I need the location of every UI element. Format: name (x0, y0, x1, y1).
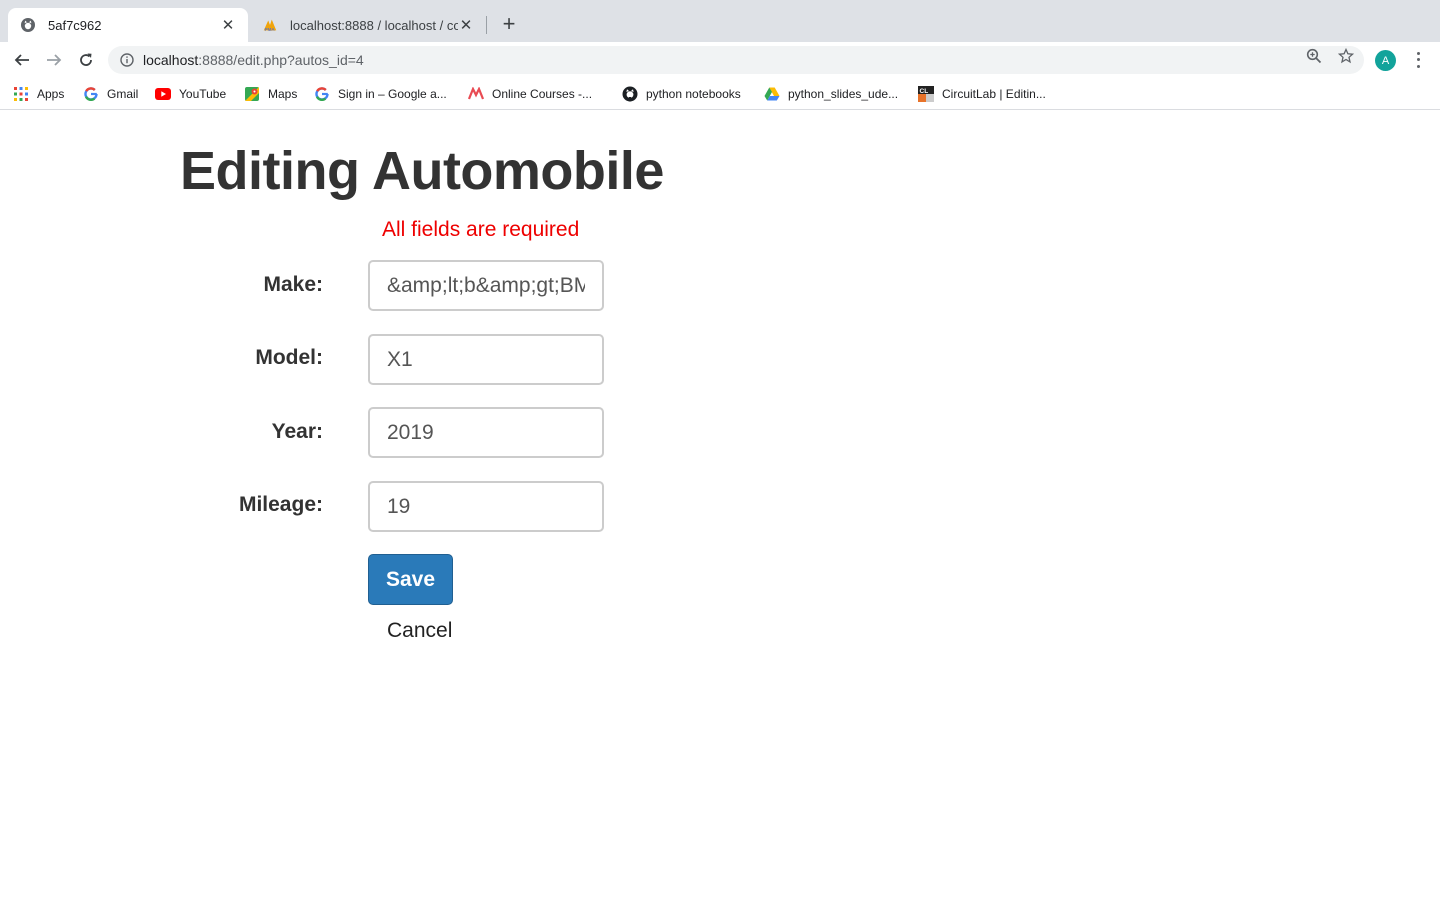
url-text: localhost:8888/edit.php?autos_id=4 (143, 52, 364, 68)
bookmark-maps[interactable]: Maps (244, 85, 297, 103)
cancel-link[interactable]: Cancel (387, 619, 452, 643)
github-icon (20, 17, 36, 33)
model-input[interactable] (368, 334, 604, 385)
bookmarks-bar: Apps Gmail YouTube Maps Sign in – Google… (0, 78, 1440, 110)
close-tab-icon[interactable]: ✕ (220, 17, 236, 34)
tab-title: localhost:8888 / localhost / co (290, 17, 458, 33)
url-host: localhost (143, 52, 199, 68)
tab-active[interactable]: 5af7c962 ✕ (8, 8, 248, 42)
browser-toolbar: localhost:8888/edit.php?autos_id=4 A (0, 42, 1440, 78)
new-tab-button[interactable]: + (498, 13, 520, 36)
reload-icon (80, 53, 92, 66)
page-title: Editing Automobile (180, 141, 664, 201)
bookmark-label: python_slides_ude... (788, 87, 899, 101)
google-icon (83, 86, 99, 102)
year-label: Year: (271, 420, 323, 443)
svg-text:CL: CL (920, 88, 929, 95)
star-icon[interactable] (1338, 48, 1354, 64)
bookmark-python-notebooks[interactable]: python notebooks (622, 85, 741, 103)
circuitlab-icon: CL (918, 86, 934, 102)
error-message: All fields are required (382, 218, 580, 241)
bookmark-label: Apps (37, 87, 65, 101)
url-path: :8888/edit.php?autos_id=4 (198, 52, 364, 68)
bookmark-label: python notebooks (646, 87, 741, 101)
bookmark-label: Sign in – Google a... (338, 87, 447, 101)
forward-arrow-icon (47, 54, 62, 66)
tab-separator (486, 16, 487, 34)
make-label: Make: (263, 273, 323, 296)
bookmark-label: Maps (268, 87, 298, 101)
youtube-icon (155, 86, 171, 102)
tab-strip: 5af7c962 ✕ PMA localhost:8888 / localhos… (0, 0, 1440, 42)
google-drive-icon (764, 86, 780, 102)
zoom-icon[interactable] (1306, 48, 1322, 64)
back-button[interactable] (10, 48, 34, 72)
mileage-label: Mileage: (238, 493, 323, 516)
bookmark-google-signin[interactable]: Sign in – Google a... (314, 85, 447, 103)
more-menu-icon[interactable] (1410, 50, 1426, 70)
tab-inactive[interactable]: PMA localhost:8888 / localhost / co ✕ (250, 8, 486, 42)
bookmark-label: YouTube (179, 87, 227, 101)
make-input[interactable] (368, 260, 604, 311)
profile-avatar[interactable]: A (1375, 50, 1396, 71)
bookmark-circuitlab[interactable]: CL CircuitLab | Editin... (918, 85, 1046, 103)
close-tab-icon[interactable]: ✕ (458, 17, 474, 34)
back-arrow-icon (14, 54, 29, 66)
github-icon (622, 86, 638, 102)
bookmark-label: Gmail (107, 87, 139, 101)
bookmark-python-slides[interactable]: python_slides_ude... (764, 85, 898, 103)
google-icon (314, 86, 330, 102)
bookmark-online-courses[interactable]: Online Courses -... (468, 85, 592, 103)
year-input[interactable] (368, 407, 604, 458)
bookmark-apps[interactable]: Apps (13, 85, 64, 103)
reload-button[interactable] (74, 48, 98, 72)
info-icon[interactable] (119, 52, 135, 68)
tab-title: 5af7c962 (48, 17, 102, 33)
udemy-icon (468, 86, 484, 102)
forward-button[interactable] (42, 48, 66, 72)
mileage-input[interactable] (368, 481, 604, 532)
apps-grid-icon (13, 86, 29, 102)
bookmark-label: Online Courses -... (492, 87, 593, 101)
phpmyadmin-icon: PMA (262, 17, 278, 33)
address-bar[interactable]: localhost:8888/edit.php?autos_id=4 (108, 46, 1364, 74)
bookmark-label: CircuitLab | Editin... (942, 87, 1046, 101)
save-button[interactable]: Save (368, 554, 453, 605)
svg-text:PMA: PMA (265, 27, 276, 32)
bookmark-youtube[interactable]: YouTube (155, 85, 226, 103)
bookmark-gmail[interactable]: Gmail (83, 85, 138, 103)
model-label: Model: (255, 346, 323, 369)
maps-icon (244, 86, 260, 102)
